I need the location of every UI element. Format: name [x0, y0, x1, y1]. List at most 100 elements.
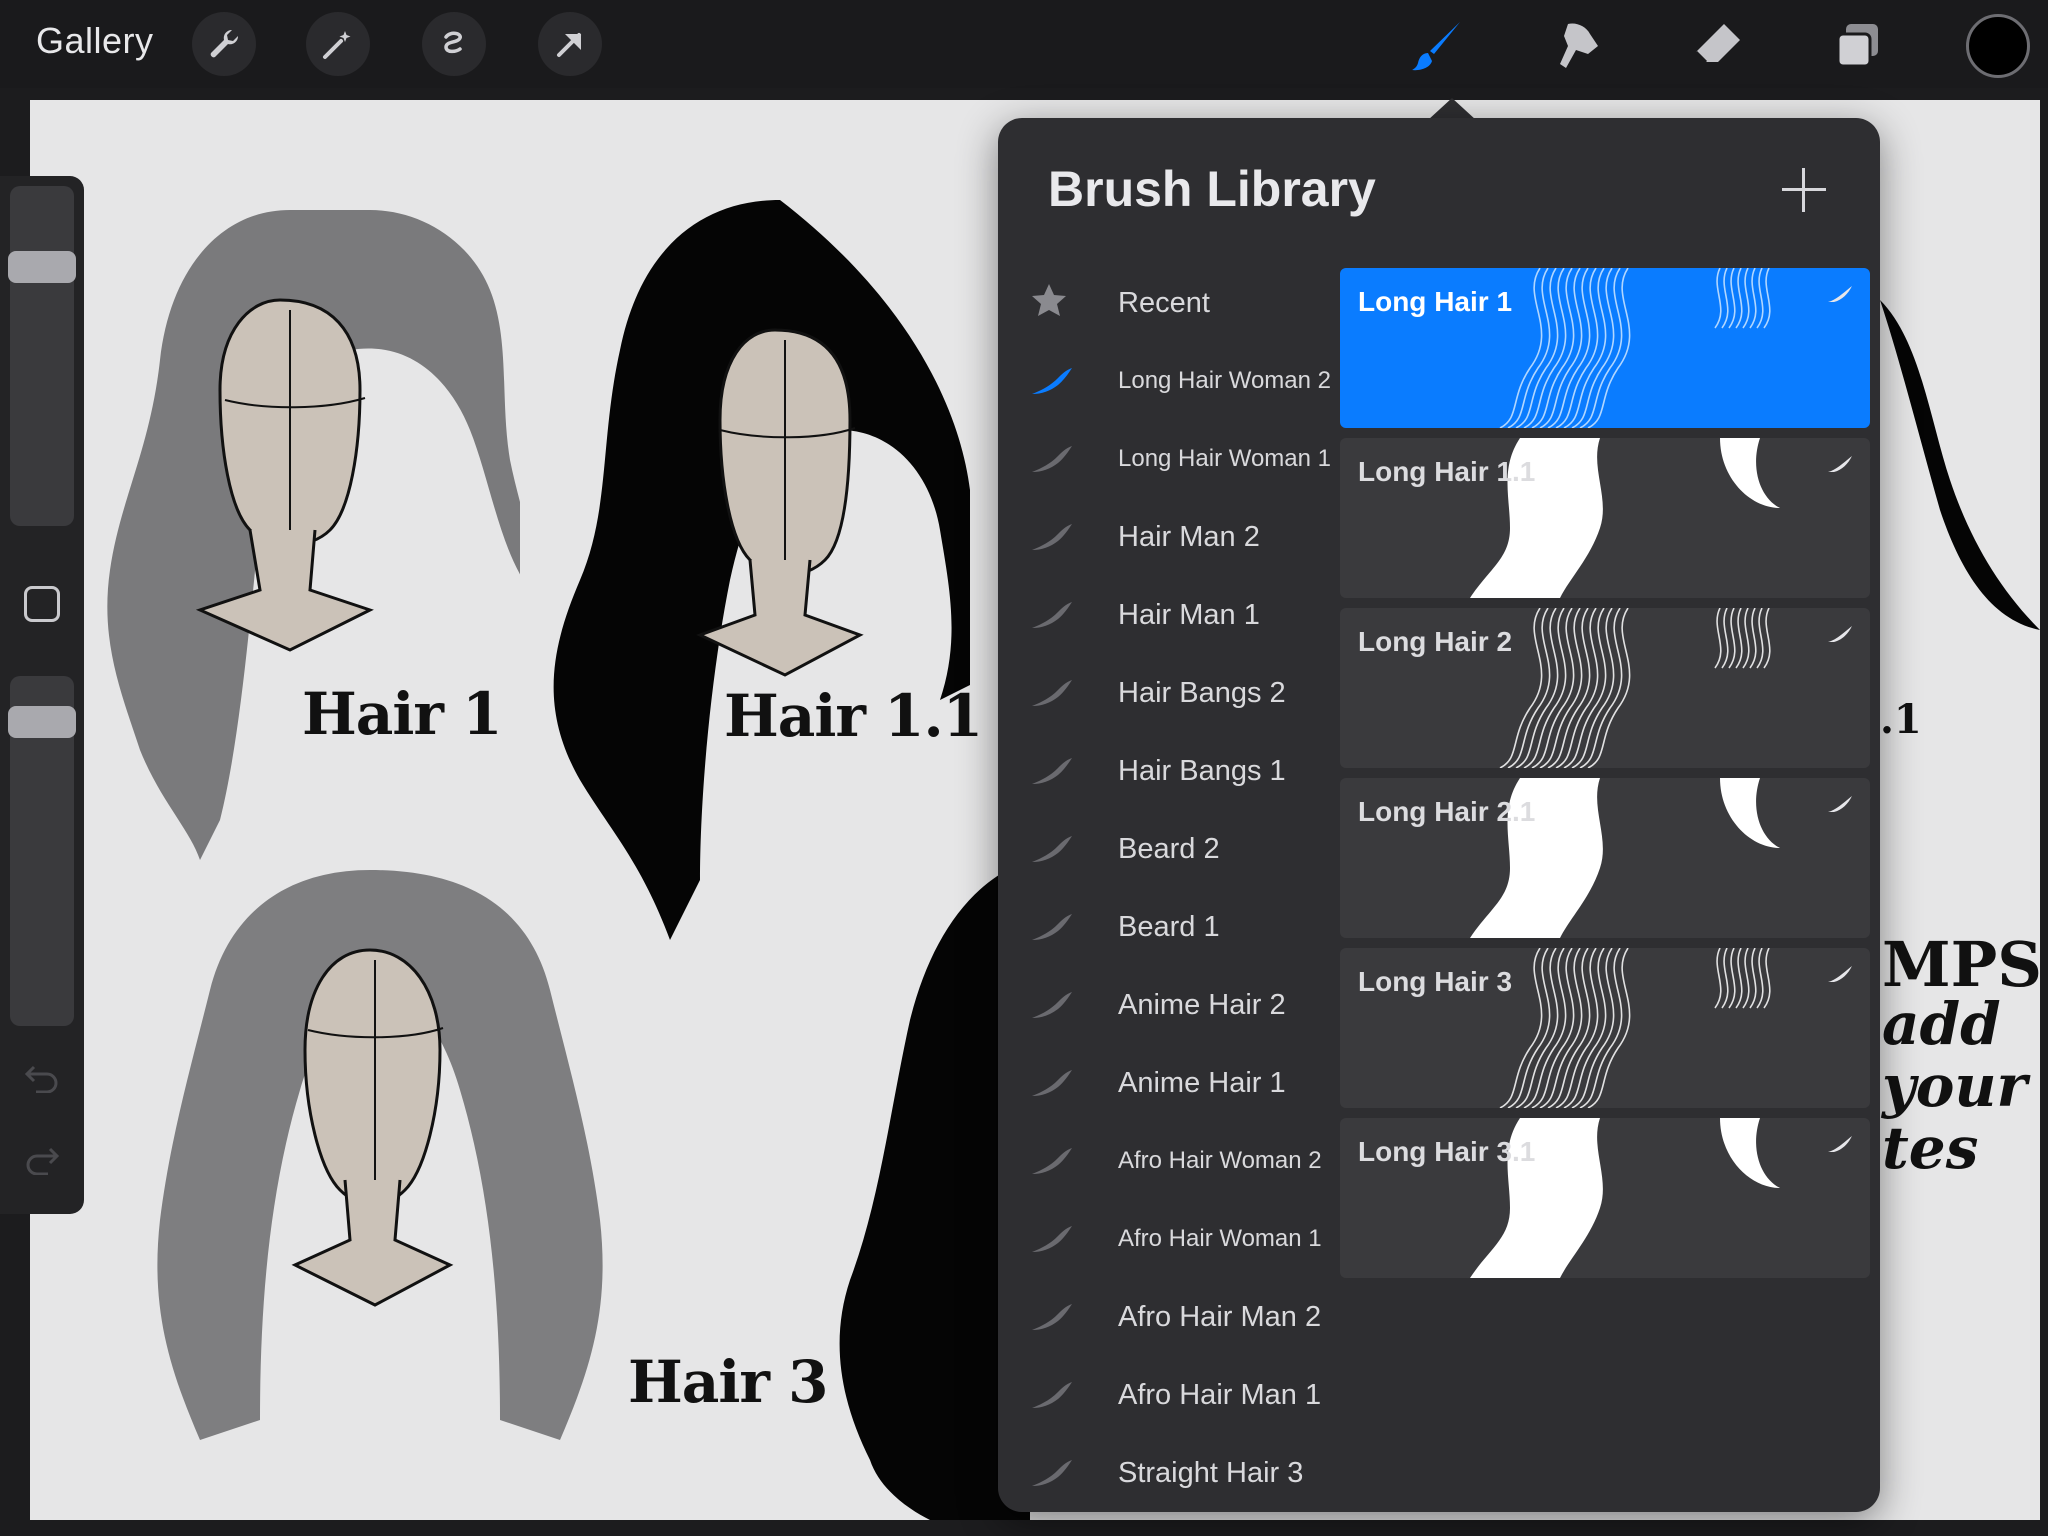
brush-item[interactable]: Long Hair 2	[1340, 608, 1870, 768]
selection-icon[interactable]	[422, 12, 486, 76]
brush-set-icon	[1028, 984, 1078, 1024]
partial-heading-2: add	[1882, 990, 2001, 1058]
transform-arrow-icon[interactable]	[538, 12, 602, 76]
brush-set-label: Hair Bangs 1	[1118, 754, 1286, 787]
brush-set-item[interactable]: Hair Man 2	[998, 502, 1338, 572]
brush-set-item[interactable]: Beard 2	[998, 814, 1338, 884]
wrench-icon[interactable]	[192, 12, 256, 76]
top-toolbar: Gallery	[0, 0, 2048, 88]
brush-source-icon	[1826, 454, 1854, 474]
brush-library-panel: Brush Library Recent Long Hair Woman 2 Lon…	[998, 118, 1880, 1512]
brush-set-icon	[1028, 750, 1078, 790]
partial-heading-4: tes	[1882, 1114, 1979, 1182]
brush-set-icon	[1028, 1452, 1078, 1492]
brush-set-icon	[1028, 1140, 1078, 1180]
undo-icon[interactable]	[22, 1058, 62, 1098]
brush-set-item[interactable]: Hair Bangs 1	[998, 736, 1338, 806]
brush-set-label: Hair Man 2	[1118, 520, 1260, 553]
brush-source-icon	[1826, 964, 1854, 984]
brush-source-icon	[1826, 1134, 1854, 1154]
star-icon	[1028, 282, 1078, 322]
add-brush-set-button[interactable]	[1780, 166, 1828, 214]
brush-set-label: Afro Hair Man 2	[1118, 1300, 1322, 1333]
hair-3-label: Hair 3	[628, 1348, 829, 1416]
brush-name: Long Hair 3	[1358, 966, 1513, 997]
brush-name: Long Hair 1	[1358, 286, 1513, 317]
brush-set-item[interactable]: Afro Hair Woman 1	[998, 1204, 1338, 1274]
hair-1-1-illustration	[553, 200, 970, 940]
brush-set-item[interactable]: Recent	[998, 268, 1338, 338]
brush-set-icon	[1028, 594, 1078, 634]
popover-caret	[1428, 98, 1476, 120]
brush-name: Long Hair 2.1	[1358, 796, 1536, 827]
modify-button[interactable]	[24, 586, 60, 622]
brush-size-thumb[interactable]	[8, 251, 76, 283]
brush-set-item[interactable]: Hair Bangs 2	[998, 658, 1338, 728]
color-picker-button[interactable]	[1966, 14, 2030, 78]
brush-opacity-slider[interactable]	[8, 676, 76, 1026]
brush-set-icon	[1028, 360, 1078, 400]
brush-set-item[interactable]: Anime Hair 2	[998, 970, 1338, 1040]
layers-icon[interactable]	[1824, 12, 1892, 80]
brush-set-label: Beard 1	[1118, 910, 1220, 943]
hair-1-1-label: Hair 1.1	[724, 682, 983, 750]
brush-set-label: Straight Hair 3	[1118, 1456, 1304, 1489]
brush-set-label: Afro Hair Woman 1	[1118, 1225, 1322, 1252]
brush-set-label: Anime Hair 2	[1118, 988, 1286, 1021]
hair-1-illustration	[107, 210, 520, 860]
brush-set-icon	[1028, 828, 1078, 868]
brush-source-icon	[1826, 284, 1854, 304]
brush-item[interactable]: Long Hair 3.1	[1340, 1118, 1870, 1278]
brush-set-icon	[1028, 1062, 1078, 1102]
brush-stroke-preview	[1460, 268, 1870, 428]
brush-set-icon	[1028, 516, 1078, 556]
gallery-button[interactable]: Gallery	[36, 20, 154, 62]
brush-set-icon	[1028, 1374, 1078, 1414]
magic-wand-icon[interactable]	[306, 12, 370, 76]
brush-item[interactable]: Long Hair 3	[1340, 948, 1870, 1108]
brush-set-label: Beard 2	[1118, 832, 1220, 865]
brush-set-item[interactable]: Afro Hair Woman 2	[998, 1126, 1338, 1196]
brush-set-label: Long Hair Woman 2	[1118, 367, 1331, 394]
brush-set-icon	[1028, 1296, 1078, 1336]
brush-stroke-preview	[1460, 608, 1870, 768]
brush-set-label: Anime Hair 1	[1118, 1066, 1286, 1099]
brush-stroke-preview	[1460, 948, 1870, 1108]
brush-set-label: Long Hair Woman 1	[1118, 445, 1331, 472]
eraser-icon[interactable]	[1684, 12, 1752, 80]
brush-set-label: Hair Bangs 2	[1118, 676, 1286, 709]
brush-set-label: Afro Hair Man 1	[1118, 1378, 1322, 1411]
brush-set-label: Hair Man 1	[1118, 598, 1260, 631]
brush-set-label: Afro Hair Woman 2	[1118, 1147, 1322, 1174]
brush-set-label: Recent	[1118, 286, 1210, 319]
brush-item[interactable]: Long Hair 1.1	[1340, 438, 1870, 598]
brush-size-slider[interactable]	[8, 186, 76, 526]
brush-set-item[interactable]: Anime Hair 1	[998, 1048, 1338, 1118]
hair-1-label: Hair 1	[302, 680, 503, 748]
smudge-icon[interactable]	[1544, 12, 1612, 80]
brush-item[interactable]: Long Hair 1	[1340, 268, 1870, 428]
partial-label: .1	[1880, 696, 1922, 743]
brush-set-icon	[1028, 438, 1078, 478]
brush-set-icon	[1028, 672, 1078, 712]
hair-5-illustration	[1880, 300, 2040, 630]
brush-set-item[interactable]: Beard 1	[998, 892, 1338, 962]
left-sidebar	[0, 176, 84, 1214]
brush-name: Long Hair 3.1	[1358, 1136, 1536, 1167]
brush-set-item[interactable]: Long Hair Woman 1	[998, 424, 1338, 494]
brush-set-item[interactable]: Long Hair Woman 2	[998, 346, 1338, 416]
brush-opacity-thumb[interactable]	[8, 706, 76, 738]
hair-3-illustration	[157, 870, 603, 1440]
brush-name: Long Hair 1.1	[1358, 456, 1536, 487]
brush-set-item[interactable]: Straight Hair 3	[998, 1438, 1338, 1508]
brush-source-icon	[1826, 624, 1854, 644]
brush-item[interactable]: Long Hair 2.1	[1340, 778, 1870, 938]
brush-set-item[interactable]: Hair Man 1	[998, 580, 1338, 650]
brush-set-icon	[1028, 906, 1078, 946]
partial-heading-3: your	[1882, 1052, 2028, 1120]
brush-set-item[interactable]: Afro Hair Man 2	[998, 1282, 1338, 1352]
brush-library-title: Brush Library	[1048, 161, 1376, 217]
brush-set-item[interactable]: Afro Hair Man 1	[998, 1360, 1338, 1430]
redo-icon[interactable]	[22, 1140, 62, 1180]
brush-icon[interactable]	[1404, 12, 1472, 80]
